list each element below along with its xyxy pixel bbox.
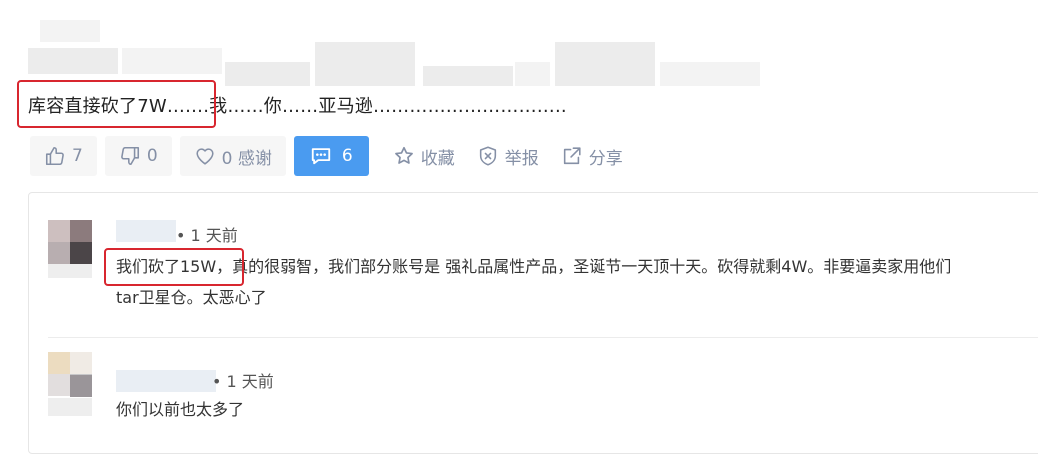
comment-time: • 1 天前 bbox=[176, 226, 238, 245]
blurred-username[interactable] bbox=[116, 370, 216, 392]
blurred-username bbox=[48, 264, 92, 278]
blurred-header bbox=[122, 48, 222, 74]
divider bbox=[48, 337, 1038, 338]
comment-icon bbox=[311, 148, 331, 165]
blurred-header bbox=[40, 20, 100, 42]
comment-button[interactable]: 6 bbox=[293, 136, 369, 176]
highlight-box bbox=[17, 80, 216, 128]
like-button[interactable]: 7 bbox=[30, 136, 97, 176]
thumbs-up-icon bbox=[45, 146, 64, 166]
action-bar: 7 0 0 感谢 6 收藏 举报 分享 bbox=[30, 135, 635, 177]
report-label: 举报 bbox=[504, 148, 539, 169]
blurred-header bbox=[225, 62, 310, 86]
blurred-header bbox=[660, 62, 760, 86]
share-label: 分享 bbox=[588, 148, 623, 169]
blurred-header bbox=[515, 62, 550, 86]
share-icon bbox=[563, 147, 581, 165]
comment-text: 你们以前也太多了 bbox=[116, 400, 245, 419]
blurred-header bbox=[315, 42, 415, 86]
avatar[interactable] bbox=[48, 220, 92, 264]
favorite-button[interactable]: 收藏 bbox=[383, 136, 465, 176]
blurred-username bbox=[48, 398, 92, 416]
favorite-label: 收藏 bbox=[420, 148, 455, 169]
blurred-header bbox=[555, 42, 655, 86]
thanks-button[interactable]: 0 感谢 bbox=[179, 136, 286, 176]
report-button[interactable]: 举报 bbox=[467, 136, 549, 176]
thanks-label: 0 感谢 bbox=[221, 148, 272, 169]
blurred-header bbox=[28, 48, 118, 74]
blurred-username[interactable] bbox=[116, 220, 176, 242]
blurred-header bbox=[423, 66, 513, 86]
comment-text: tar卫星仓。太恶心了 bbox=[116, 288, 267, 307]
heart-icon bbox=[196, 148, 214, 165]
blurred-avatar bbox=[70, 375, 92, 397]
comment-count: 6 bbox=[341, 146, 353, 166]
highlight-box bbox=[104, 248, 244, 286]
thumbs-down-icon bbox=[120, 146, 139, 166]
comment-time: • 1 天前 bbox=[212, 372, 274, 391]
shield-icon bbox=[479, 146, 496, 166]
star-icon bbox=[394, 146, 413, 164]
dislike-button[interactable]: 0 bbox=[104, 136, 172, 176]
like-count: 7 bbox=[72, 146, 83, 166]
share-button[interactable]: 分享 bbox=[551, 136, 633, 176]
dislike-count: 0 bbox=[146, 146, 158, 166]
